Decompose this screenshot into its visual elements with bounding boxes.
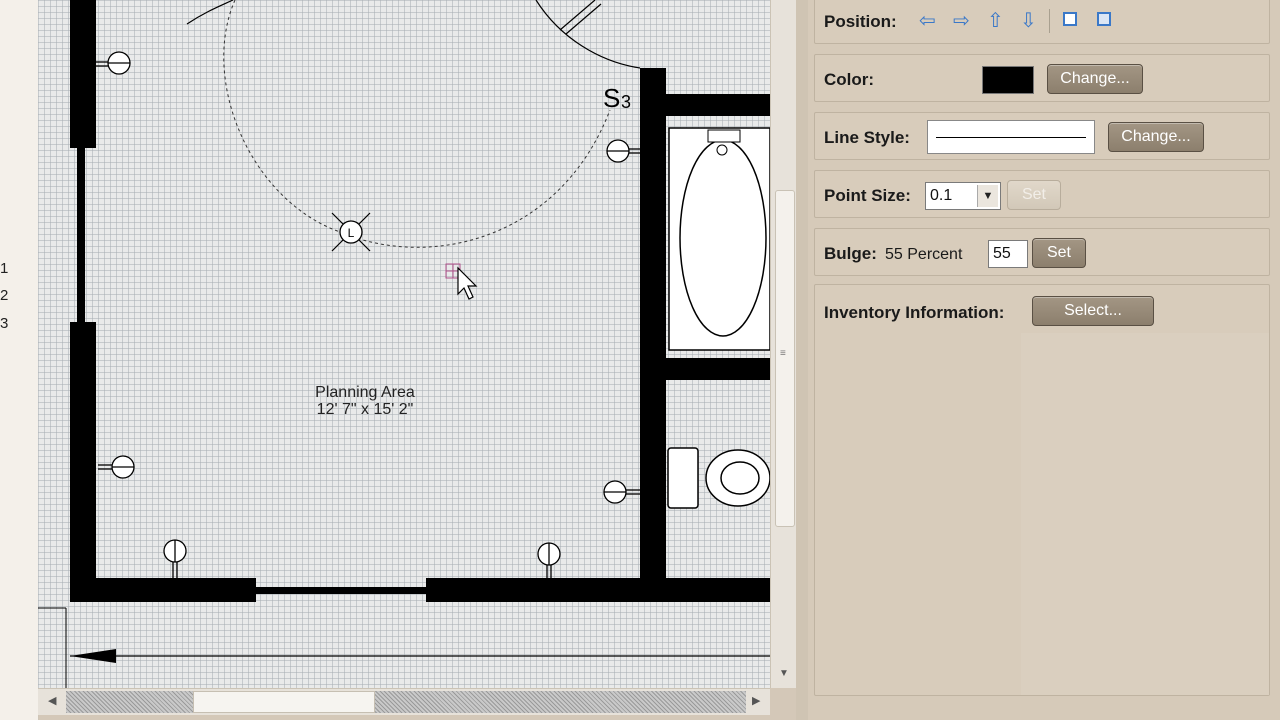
wall <box>666 94 770 116</box>
bulge-row: Bulge: 55 Percent 55 Set <box>814 228 1270 276</box>
door-swing-arc <box>535 0 641 69</box>
arrow-left-icon[interactable]: ⇦ <box>919 11 936 31</box>
select-inventory-button[interactable]: Select... <box>1032 296 1154 326</box>
set-bulge-button[interactable]: Set <box>1032 238 1086 268</box>
light-label: L <box>348 226 355 240</box>
room-name-label: Planning Area <box>315 384 415 401</box>
dimension-arrowhead <box>70 649 116 663</box>
wall <box>640 68 666 580</box>
outlet-symbol <box>603 480 640 504</box>
line-style-preview <box>927 120 1095 154</box>
toolbar-separator <box>1049 9 1050 33</box>
row-number-strip: 1 2 3 <box>0 0 39 720</box>
floor-plan-drawing: L S 3 Planning Area 12' 7" x 15' 2" <box>38 0 770 688</box>
wall <box>426 578 770 602</box>
horizontal-scrollbar[interactable]: ◀ ▶ <box>38 688 770 715</box>
vertical-scrollbar[interactable]: ≡ ▼ <box>770 0 797 688</box>
row-number: 1 <box>0 260 9 277</box>
bulge-percent-text: 55 Percent <box>885 246 963 263</box>
wall <box>70 0 96 148</box>
bring-front-icon[interactable] <box>1063 12 1077 26</box>
color-swatch <box>982 66 1034 94</box>
color-label: Color: <box>824 70 875 89</box>
row-number: 3 <box>0 315 9 332</box>
floor-plan-canvas[interactable]: L S 3 Planning Area 12' 7" x 15' 2" <box>38 0 770 688</box>
door-swing-arc <box>186 0 234 25</box>
grip-icon: ≡ <box>780 348 786 359</box>
horizontal-scroll-thumb[interactable] <box>193 691 375 713</box>
change-line-style-button[interactable]: Change... <box>1108 122 1204 152</box>
position-row: Position: ⇦ ⇨ ⇧ ⇩ <box>814 0 1270 44</box>
point-size-row: Point Size: 0.1 ▼ Set <box>814 170 1270 218</box>
outlet-symbol <box>98 455 135 479</box>
set-point-size-button[interactable]: Set <box>1007 180 1061 210</box>
inventory-section: Inventory Information: Select... <box>814 284 1270 696</box>
change-color-button[interactable]: Change... <box>1047 64 1143 94</box>
switch-label: S <box>603 83 620 113</box>
arrow-up-icon[interactable]: ⇧ <box>987 11 1004 31</box>
point-size-label: Point Size: <box>824 186 911 205</box>
window <box>256 587 426 594</box>
send-back-icon[interactable] <box>1097 12 1111 26</box>
scroll-down-icon[interactable]: ▼ <box>779 668 789 679</box>
inventory-label: Inventory Information: <box>824 303 1005 322</box>
wall <box>666 358 770 380</box>
light-fixture-symbol: L <box>331 212 371 252</box>
arrow-right-icon[interactable]: ⇨ <box>953 11 970 31</box>
mouse-cursor <box>457 266 478 300</box>
toilet <box>667 447 699 509</box>
splitter[interactable] <box>796 0 808 720</box>
bulge-input[interactable]: 55 <box>988 240 1028 268</box>
position-label: Position: <box>824 12 897 31</box>
wall <box>70 322 96 580</box>
room-dimensions-label: 12' 7" x 15' 2" <box>317 401 414 418</box>
line-style-row: Line Style: Change... <box>814 112 1270 160</box>
outlet-symbol <box>606 139 640 163</box>
line-style-label: Line Style: <box>824 128 910 147</box>
chevron-down-icon[interactable]: ▼ <box>977 185 998 207</box>
outlet-symbol <box>537 542 561 578</box>
window <box>77 148 85 322</box>
wall <box>70 578 256 602</box>
point-size-select[interactable]: 0.1 ▼ <box>925 182 1001 210</box>
point-size-value: 0.1 <box>930 187 953 204</box>
scroll-left-icon[interactable]: ◀ <box>48 694 56 707</box>
row-number: 2 <box>0 287 9 304</box>
bulge-arc <box>223 0 611 248</box>
color-row: Color: Change... <box>814 54 1270 102</box>
horizontal-scroll-track[interactable] <box>66 691 746 713</box>
arrow-down-icon[interactable]: ⇩ <box>1020 11 1037 31</box>
scroll-right-icon[interactable]: ▶ <box>752 694 760 707</box>
switch-subscript: 3 <box>621 92 631 112</box>
bulge-input-value: 55 <box>993 245 1011 262</box>
outlet-symbol <box>163 539 187 578</box>
bulge-label: Bulge: <box>824 244 877 263</box>
outlet-symbol <box>96 51 131 75</box>
